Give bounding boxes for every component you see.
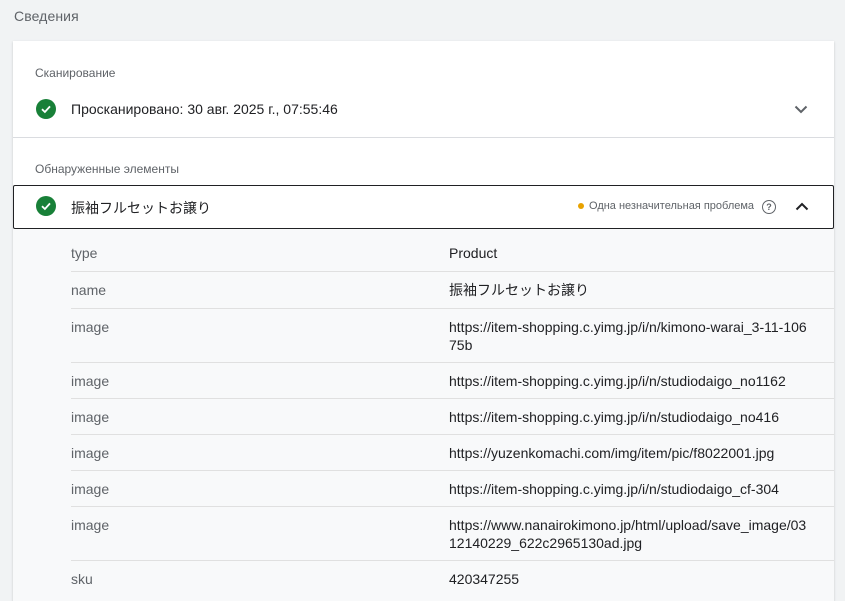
property-value: https://yuzenkomachi.com/img/item/pic/f8…: [449, 445, 775, 461]
property-key: image: [71, 481, 110, 497]
crawl-status-row[interactable]: Просканировано: 30 авг. 2025 г., 07:55:4…: [13, 95, 834, 123]
page-title: Сведения: [14, 8, 79, 24]
property-key: type: [71, 245, 98, 261]
detected-item-title: 振袖フルセットお譲り: [71, 200, 211, 216]
property-value: https://item-shopping.c.yimg.jp/i/n/kimo…: [449, 319, 807, 353]
item-details-table: type Product name 振袖フルセットお譲り image https…: [13, 229, 834, 601]
table-row: sku 420347255: [71, 561, 834, 601]
property-value: 420347255: [449, 571, 520, 587]
table-row: name 振袖フルセットお譲り: [71, 272, 834, 309]
property-key: name: [71, 282, 107, 298]
property-key: image: [71, 445, 110, 461]
property-key: image: [71, 319, 110, 335]
property-value: https://item-shopping.c.yimg.jp/i/n/stud…: [449, 481, 779, 497]
property-key: image: [71, 409, 110, 425]
property-key: image: [71, 517, 110, 533]
check-circle-icon: [36, 196, 56, 216]
issue-indicator: Одна незначительная проблема: [578, 200, 754, 212]
table-row: image https://item-shopping.c.yimg.jp/i/…: [71, 399, 834, 435]
table-row: image https://item-shopping.c.yimg.jp/i/…: [71, 309, 834, 363]
property-value: https://item-shopping.c.yimg.jp/i/n/stud…: [449, 373, 786, 389]
property-key: image: [71, 373, 110, 389]
detected-section-label: Обнаруженные элементы: [35, 162, 179, 176]
section-divider: [13, 137, 834, 138]
property-value: https://item-shopping.c.yimg.jp/i/n/stud…: [449, 409, 779, 425]
check-circle-icon: [36, 99, 56, 119]
crawl-status-text: Просканировано: 30 авг. 2025 г., 07:55:4…: [71, 101, 338, 117]
crawl-section-label: Сканирование: [35, 66, 116, 80]
help-circle-icon[interactable]: ?: [762, 200, 776, 214]
chevron-up-icon[interactable]: [790, 194, 814, 218]
detected-item-row[interactable]: 振袖フルセットお譲り Одна незначительная проблема …: [13, 185, 834, 229]
chevron-down-icon[interactable]: [789, 97, 813, 121]
table-row: image https://www.nanairokimono.jp/html/…: [71, 507, 834, 561]
property-value: Product: [449, 245, 498, 261]
issue-text: Одна незначительная проблема: [589, 200, 755, 212]
table-row: image https://item-shopping.c.yimg.jp/i/…: [71, 471, 834, 507]
warning-dot-icon: [578, 203, 584, 209]
details-card: Сканирование Просканировано: 30 авг. 202…: [13, 41, 834, 601]
table-row: type Product: [71, 229, 834, 272]
property-value: https://www.nanairokimono.jp/html/upload…: [449, 517, 807, 551]
property-value: 振袖フルセットお譲り: [449, 282, 589, 298]
table-row: image https://item-shopping.c.yimg.jp/i/…: [71, 363, 834, 399]
table-row: image https://yuzenkomachi.com/img/item/…: [71, 435, 834, 471]
